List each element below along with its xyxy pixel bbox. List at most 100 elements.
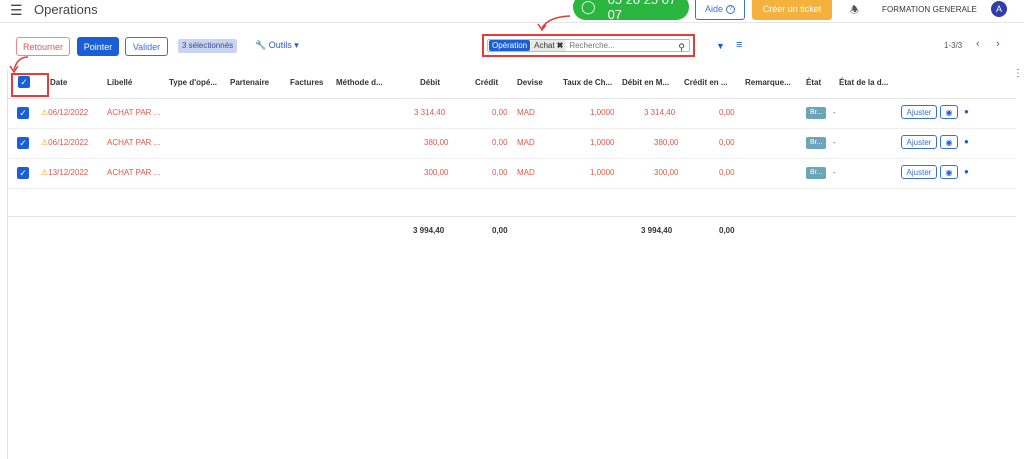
col-etat[interactable]: État	[806, 78, 821, 87]
menu-icon[interactable]: ☰	[10, 3, 23, 17]
search-highlight: Opération Achat✖ ⚲	[482, 34, 695, 57]
caret-down-icon: ▾	[294, 40, 299, 50]
list-icon[interactable]: ≡	[736, 39, 742, 51]
col-debit-m[interactable]: Débit en M...	[622, 78, 669, 87]
credit-m-cell: 0,00	[719, 138, 735, 147]
taux-cell: 1,0000	[590, 108, 615, 117]
ajuster-button[interactable]: Ajuster	[901, 135, 937, 149]
chevron-right-icon[interactable]: ›	[996, 38, 1000, 50]
eye-icon[interactable]: ◉	[940, 165, 958, 179]
retourner-button[interactable]: Retourner	[16, 37, 70, 56]
date-cell: ⚠06/12/2022	[41, 108, 89, 117]
credit-cell: 0,00	[492, 138, 508, 147]
search-bar: Opération Achat✖ ⚲	[487, 39, 690, 52]
row-checkbox[interactable]: ✓	[17, 107, 29, 119]
col-libelle[interactable]: Libellé	[107, 78, 132, 87]
col-remarque[interactable]: Remarque...	[745, 78, 791, 87]
status-badge: Br...	[806, 137, 827, 149]
outils-label: Outils	[268, 40, 292, 50]
table-row[interactable]: ✓ ⚠06/12/2022 ACHAT PAR ... 380,00 0,00 …	[8, 128, 1016, 159]
credit-cell: 0,00	[492, 168, 508, 177]
status-badge: Br...	[806, 167, 827, 179]
select-all-checkbox[interactable]: ✓	[18, 76, 30, 88]
wrench-icon: 🔧	[255, 40, 267, 50]
col-credit-m[interactable]: Crédit en ...	[684, 78, 728, 87]
table-header: ✓ Date Libellé Type d'opé... Partenaire …	[8, 70, 1016, 99]
etat-d-cell: -	[833, 138, 836, 147]
pager-value[interactable]: 1-3/3	[944, 41, 962, 50]
eye-icon[interactable]: ◉	[940, 135, 958, 149]
col-devise[interactable]: Devise	[517, 78, 543, 87]
row-checkbox[interactable]: ✓	[17, 137, 29, 149]
col-methode[interactable]: Méthode d...	[336, 78, 383, 87]
chat-icon[interactable]: ●	[964, 167, 969, 176]
help-icon: ?	[726, 4, 735, 14]
devise-cell: MAD	[517, 138, 535, 147]
col-taux[interactable]: Taux de Ch...	[563, 78, 612, 87]
table-row[interactable]: ✓ ⚠06/12/2022 ACHAT PAR ... 3 314,40 0,0…	[8, 98, 1016, 129]
phone-number: 05 20 25 07 07	[607, 0, 677, 22]
row-checkbox[interactable]: ✓	[17, 167, 29, 179]
pointer-button[interactable]: Pointer	[77, 37, 119, 56]
col-date[interactable]: Date	[50, 78, 67, 87]
column-options-icon[interactable]: ⋮	[1013, 69, 1023, 79]
company-label[interactable]: FORMATION GENERALE	[882, 5, 977, 14]
col-debit[interactable]: Débit	[420, 78, 440, 87]
devise-cell: MAD	[517, 108, 535, 117]
debit-cell: 380,00	[424, 138, 449, 147]
status-badge: Br...	[806, 107, 827, 119]
chat-icon[interactable]: ●	[964, 107, 969, 116]
col-partenaire[interactable]: Partenaire	[230, 78, 269, 87]
totals-row: 3 994,40 0,00 3 994,40 0,00	[8, 216, 1016, 245]
libelle-cell: ACHAT PAR ...	[107, 138, 161, 147]
debit-m-cell: 300,00	[654, 168, 679, 177]
filter-icon[interactable]: ▼	[716, 41, 725, 51]
etat-d-cell: -	[833, 168, 836, 177]
page-title: Operations	[34, 2, 98, 17]
bell-icon[interactable]: 🕭	[850, 3, 859, 20]
libelle-cell: ACHAT PAR ...	[107, 108, 161, 117]
total-credit-m: 0,00	[719, 226, 735, 235]
aide-label: Aide	[704, 4, 723, 14]
selection-count-badge[interactable]: 3 sélectionnés	[178, 39, 238, 53]
debit-cell: 3 314,40	[414, 108, 446, 117]
outils-menu[interactable]: 🔧 Outils ▾	[255, 40, 299, 51]
credit-m-cell: 0,00	[719, 108, 735, 117]
credit-m-cell: 0,00	[719, 168, 735, 177]
debit-m-cell: 3 314,40	[644, 108, 676, 117]
credit-cell: 0,00	[492, 108, 508, 117]
debit-m-cell: 380,00	[654, 138, 679, 147]
phone-pill[interactable]: ◯ 05 20 25 07 07	[573, 0, 689, 22]
col-factures[interactable]: Factures	[290, 78, 323, 87]
total-debit-m: 3 994,40	[641, 226, 673, 235]
create-ticket-button[interactable]: Créer un ticket	[752, 0, 832, 20]
avatar[interactable]: A	[991, 1, 1007, 17]
devise-cell: MAD	[517, 168, 535, 177]
ajuster-button[interactable]: Ajuster	[901, 105, 937, 119]
facet-value: Achat ✖	[531, 40, 567, 51]
taux-cell: 1,0000	[590, 138, 615, 147]
facet-name: Opération	[489, 40, 531, 51]
col-type[interactable]: Type d'opé...	[169, 78, 217, 87]
select-all-highlight	[11, 73, 49, 97]
date-cell: ⚠06/12/2022	[41, 138, 89, 147]
valider-button[interactable]: Valider	[125, 37, 168, 56]
table-row[interactable]: ✓ ⚠13/12/2022 ACHAT PAR ... 300,00 0,00 …	[8, 158, 1016, 189]
chevron-left-icon[interactable]: ‹	[976, 38, 980, 50]
toolbar: Retourner Pointer Valider 3 sélectionnés…	[0, 24, 1024, 70]
col-credit[interactable]: Crédit	[475, 78, 498, 87]
headset-icon: ◯	[581, 0, 596, 14]
taux-cell: 1,0000	[590, 168, 615, 177]
search-input[interactable]	[569, 41, 670, 50]
etat-d-cell: -	[833, 108, 836, 117]
col-etat-d[interactable]: État de la d...	[839, 78, 888, 87]
eye-icon[interactable]: ◉	[940, 105, 958, 119]
chat-icon[interactable]: ●	[964, 137, 969, 146]
search-icon[interactable]: ⚲	[678, 42, 685, 53]
libelle-cell: ACHAT PAR ...	[107, 168, 161, 177]
aide-button[interactable]: Aide ?	[695, 0, 745, 20]
ajuster-button[interactable]: Ajuster	[901, 165, 937, 179]
top-bar: ☰ Operations ◯ 05 20 25 07 07 Aide ? Cré…	[0, 0, 1024, 23]
remove-facet-icon[interactable]: ✖	[557, 41, 564, 50]
debit-cell: 300,00	[424, 168, 449, 177]
